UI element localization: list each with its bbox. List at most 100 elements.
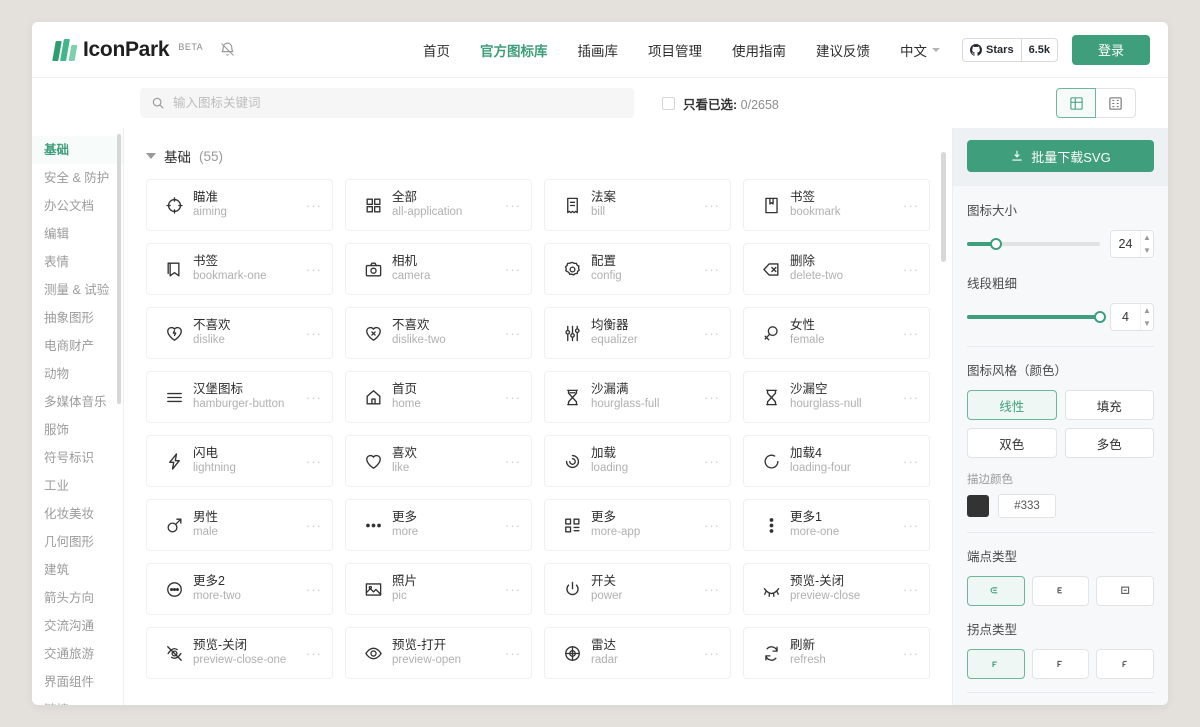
icon-card-more-button[interactable]: ··· — [302, 582, 322, 597]
icon-card[interactable]: 更多 more-app ··· — [544, 499, 731, 551]
grid-view-icon[interactable] — [1056, 88, 1096, 118]
icon-card-more-button[interactable]: ··· — [700, 582, 720, 597]
icon-card[interactable]: 汉堡图标 hamburger-button ··· — [146, 371, 333, 423]
linecap-butt-icon[interactable] — [1031, 576, 1090, 606]
stroke-width-slider[interactable] — [967, 311, 1106, 323]
icon-card[interactable]: 女性 female ··· — [743, 307, 930, 359]
sidebar-scrollbar[interactable] — [117, 134, 121, 404]
icon-card-more-button[interactable]: ··· — [899, 582, 919, 597]
linecap-square-icon[interactable] — [1096, 576, 1154, 606]
icon-card-more-button[interactable]: ··· — [899, 454, 919, 469]
icon-card[interactable]: 书签 bookmark ··· — [743, 179, 930, 231]
icon-card-more-button[interactable]: ··· — [302, 198, 322, 213]
linejoin-miter-icon[interactable] — [1031, 649, 1090, 679]
icon-card-more-button[interactable]: ··· — [700, 646, 720, 661]
linejoin-round-icon[interactable] — [967, 649, 1025, 679]
icon-card[interactable]: 加载 loading ··· — [544, 435, 731, 487]
sidebar-item[interactable]: 编辑 — [32, 220, 123, 248]
icon-card-more-button[interactable]: ··· — [302, 390, 322, 405]
stroke-width-decrement[interactable]: ▼ — [1141, 317, 1153, 330]
icon-card[interactable]: 照片 pic ··· — [345, 563, 532, 615]
sidebar-item[interactable]: 动物 — [32, 360, 123, 388]
language-selector[interactable]: 中文 — [885, 40, 954, 60]
sidebar-item[interactable]: 链接 — [32, 696, 123, 705]
nav-item-feedback[interactable]: 建议反馈 — [801, 40, 885, 60]
icon-card-more-button[interactable]: ··· — [501, 390, 521, 405]
sidebar-item[interactable]: 交通旅游 — [32, 640, 123, 668]
only-selected-checkbox[interactable] — [662, 96, 675, 110]
sidebar-item[interactable]: 服饰 — [32, 416, 123, 444]
sidebar-item[interactable]: 多媒体音乐 — [32, 388, 123, 416]
icon-card-more-button[interactable]: ··· — [501, 582, 521, 597]
icon-card-more-button[interactable]: ··· — [899, 326, 919, 341]
icon-card-more-button[interactable]: ··· — [700, 518, 720, 533]
icon-card-more-button[interactable]: ··· — [302, 518, 322, 533]
nav-item-illustrations[interactable]: 插画库 — [563, 40, 634, 60]
icon-card-more-button[interactable]: ··· — [501, 198, 521, 213]
search-box[interactable] — [140, 88, 634, 118]
icon-card-more-button[interactable]: ··· — [302, 326, 322, 341]
sidebar-item[interactable]: 基础 — [32, 136, 123, 164]
sidebar-item[interactable]: 测量 & 试验 — [32, 276, 123, 304]
icon-card-more-button[interactable]: ··· — [899, 646, 919, 661]
icon-card-more-button[interactable]: ··· — [302, 262, 322, 277]
icon-card-more-button[interactable]: ··· — [501, 454, 521, 469]
icon-card[interactable]: 相机 camera ··· — [345, 243, 532, 295]
icon-card[interactable]: 不喜欢 dislike ··· — [146, 307, 333, 359]
icon-card[interactable]: 预览-关闭 preview-close ··· — [743, 563, 930, 615]
sidebar-item[interactable]: 符号标识 — [32, 444, 123, 472]
icon-card-more-button[interactable]: ··· — [700, 262, 720, 277]
sidebar-item[interactable]: 界面组件 — [32, 668, 123, 696]
icon-card[interactable]: 瞄准 aiming ··· — [146, 179, 333, 231]
sidebar-item[interactable]: 箭头方向 — [32, 584, 123, 612]
stroke-color-value[interactable]: #333 — [998, 494, 1056, 518]
icon-card[interactable]: 全部 all-application ··· — [345, 179, 532, 231]
icon-card-more-button[interactable]: ··· — [899, 390, 919, 405]
linecap-round-icon[interactable] — [967, 576, 1025, 606]
icon-card[interactable]: 更多 more ··· — [345, 499, 532, 551]
search-input[interactable] — [173, 96, 623, 110]
icon-card[interactable]: 闪电 lightning ··· — [146, 435, 333, 487]
only-selected-toggle[interactable]: 只看已选: 0/2658 — [662, 94, 779, 113]
sidebar-item[interactable]: 几何图形 — [32, 528, 123, 556]
icon-card-more-button[interactable]: ··· — [899, 262, 919, 277]
sidebar-item[interactable]: 化妆美妆 — [32, 500, 123, 528]
icon-card[interactable]: 预览-关闭 preview-close-one ··· — [146, 627, 333, 679]
icon-card[interactable]: 配置 config ··· — [544, 243, 731, 295]
github-stars-button[interactable]: Stars 6.5k — [962, 37, 1058, 62]
icon-card-more-button[interactable]: ··· — [302, 454, 322, 469]
grid-scrollbar[interactable] — [941, 152, 946, 262]
icon-card[interactable]: 不喜欢 dislike-two ··· — [345, 307, 532, 359]
stroke-width-increment[interactable]: ▲ — [1141, 304, 1153, 317]
batch-download-svg-button[interactable]: 批量下载SVG — [967, 140, 1154, 172]
sidebar-item[interactable]: 抽象图形 — [32, 304, 123, 332]
icon-card[interactable]: 刷新 refresh ··· — [743, 627, 930, 679]
logo[interactable]: IconPark BETA — [52, 38, 236, 62]
icon-size-slider[interactable] — [967, 238, 1100, 250]
icon-card-more-button[interactable]: ··· — [501, 518, 521, 533]
nav-item-official-icons[interactable]: 官方图标库 — [465, 40, 563, 60]
sidebar-item[interactable]: 办公文档 — [32, 192, 123, 220]
icon-size-decrement[interactable]: ▼ — [1141, 244, 1153, 257]
icon-card[interactable]: 更多2 more-two ··· — [146, 563, 333, 615]
linejoin-bevel-icon[interactable] — [1096, 649, 1154, 679]
style-option-outline[interactable]: 线性 — [967, 390, 1057, 420]
icon-card-more-button[interactable]: ··· — [899, 198, 919, 213]
icon-card[interactable]: 加载4 loading-four ··· — [743, 435, 930, 487]
icon-card[interactable]: 开关 power ··· — [544, 563, 731, 615]
icon-card-more-button[interactable]: ··· — [501, 262, 521, 277]
icon-card-more-button[interactable]: ··· — [302, 646, 322, 661]
sidebar-item[interactable]: 建筑 — [32, 556, 123, 584]
icon-card[interactable]: 更多1 more-one ··· — [743, 499, 930, 551]
icon-card-more-button[interactable]: ··· — [700, 326, 720, 341]
nav-item-projects[interactable]: 项目管理 — [633, 40, 717, 60]
list-view-icon[interactable] — [1096, 88, 1136, 118]
icon-card-more-button[interactable]: ··· — [501, 326, 521, 341]
nav-item-guide[interactable]: 使用指南 — [717, 40, 801, 60]
icon-card[interactable]: 沙漏空 hourglass-null ··· — [743, 371, 930, 423]
icon-card[interactable]: 法案 bill ··· — [544, 179, 731, 231]
nav-item-home[interactable]: 首页 — [408, 40, 465, 60]
color-swatch[interactable] — [967, 495, 989, 517]
icon-card[interactable]: 雷达 radar ··· — [544, 627, 731, 679]
icon-card[interactable]: 书签 bookmark-one ··· — [146, 243, 333, 295]
